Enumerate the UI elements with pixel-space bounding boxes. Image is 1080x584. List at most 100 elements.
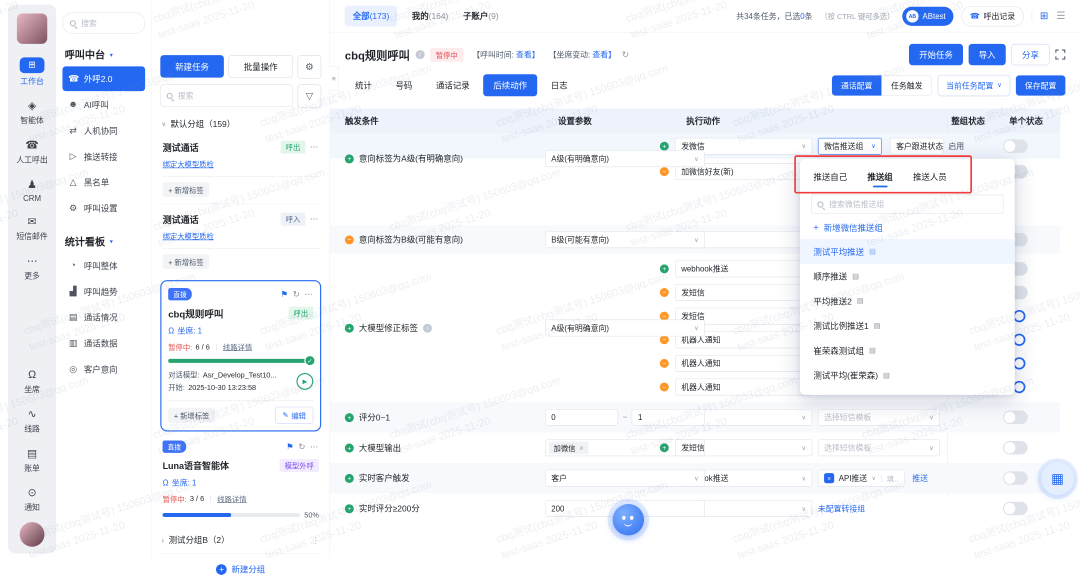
call-config-button[interactable]: 通话配置 [832, 75, 882, 95]
edit-button[interactable]: ✎编辑 [275, 407, 313, 424]
assistant-float-button[interactable] [613, 504, 645, 536]
pin-icon[interactable]: ⚑ [281, 289, 289, 299]
item-state-toggle[interactable] [1003, 411, 1028, 425]
score-max-input[interactable] [632, 409, 705, 426]
current-config-dropdown[interactable]: 当前任务配置 ∨ [938, 75, 1011, 96]
task-search[interactable] [160, 84, 293, 107]
action-select[interactable]: 机器人通知 [675, 355, 812, 372]
rail-item-billing[interactable]: ▤ 账单 [24, 448, 40, 474]
api-push-select[interactable]: ≡ API推送 ∨ | 填.. [818, 470, 905, 487]
param-select[interactable]: 客户 [545, 470, 705, 487]
push-group-option[interactable]: 顺序推送▤ [800, 264, 1015, 289]
rail-item-manual-call[interactable]: ☎ 人工呼出 [16, 140, 48, 166]
tab-push-self[interactable]: 推送自己 [813, 171, 847, 183]
push-group-option[interactable]: 平均推送2▤ [800, 289, 1015, 314]
add-action-icon[interactable]: + [660, 264, 669, 273]
nav-item-call-data[interactable]: ▥ 通话数据 [62, 331, 145, 356]
remove-rule-icon[interactable]: − [345, 235, 354, 244]
line-detail-link[interactable]: 线路详情 [217, 493, 246, 504]
add-tag-chip[interactable]: + 新增标签 [163, 182, 210, 197]
rail-item-crm[interactable]: ♟ CRM [23, 179, 41, 203]
rail-item-lines[interactable]: ∿ 线路 [24, 408, 40, 434]
nav-item-call-overview[interactable]: ◔ 呼叫整体 [62, 253, 145, 278]
more-icon[interactable]: ⋯ [304, 289, 313, 299]
remove-action-icon[interactable]: − [660, 167, 669, 176]
rail-item-notifications[interactable]: ⊙ 通知 [24, 487, 40, 513]
add-rule-icon[interactable]: + [345, 413, 354, 422]
kebab-icon[interactable]: ⋮ [312, 535, 320, 545]
remove-action-icon[interactable]: − [660, 383, 669, 392]
nav-item-human-machine[interactable]: ⇄ 人机协同 [62, 118, 145, 143]
nav-item-outbound-2[interactable]: ☎ 外呼2.0 [62, 66, 145, 91]
rail-item-workbench[interactable]: ⊞ 工作台 [20, 57, 45, 86]
gear-icon[interactable]: ⚙ [298, 55, 322, 79]
sms-template-select[interactable]: 选择短信模板 [818, 409, 940, 426]
task-card-selected[interactable]: 直拨 ⚑ ↻ ⋯ cbq规则呼叫 呼出 Ω 坐席: 1 暂停中: 6 / 6 |… [160, 280, 321, 431]
output-tag-input[interactable]: 加微信× [545, 439, 705, 456]
call-log-button[interactable]: ☎ 呼出记录 [961, 6, 1023, 26]
nav-section-stats[interactable]: 统计看板 ▾ [65, 234, 143, 249]
tab-my-tasks[interactable]: 我的(164) [412, 10, 449, 22]
play-icon[interactable]: ▶ [296, 373, 313, 390]
add-rule-icon[interactable]: + [345, 323, 354, 332]
view-link[interactable]: 查看】 [516, 50, 540, 59]
param-select[interactable]: A级(有明确意向) [545, 320, 705, 337]
new-task-button[interactable]: 新建任务 [160, 55, 224, 78]
tab-call-records[interactable]: 通话记录 [426, 74, 480, 96]
share-button[interactable]: 分享 [1011, 44, 1049, 65]
fullscreen-icon[interactable] [1055, 50, 1065, 60]
line-detail-link[interactable]: 线路详情 [223, 341, 252, 352]
filter-icon[interactable]: ▽ [298, 84, 322, 108]
nav-section-call-center[interactable]: 呼叫中台 ▾ [65, 47, 143, 62]
tab-push-group[interactable]: 推送组 [867, 171, 892, 183]
rail-item-sms-mail[interactable]: ✉ 短信邮件 [16, 216, 48, 242]
add-tag-chip[interactable]: + 新增标签 [168, 408, 215, 423]
start-task-button[interactable]: 开始任务 [909, 44, 963, 65]
abtest-button[interactable]: AB ABtest [902, 6, 953, 25]
task-card[interactable]: 测试通话 呼入 ⋯ 绑定大模型质检 + 新增标签 [160, 204, 321, 275]
item-state-toggle[interactable] [1003, 441, 1028, 455]
tab-push-person[interactable]: 推送人员 [913, 171, 947, 183]
info-icon[interactable]: i [423, 323, 432, 332]
push-group-search-input[interactable] [828, 199, 997, 209]
group-default[interactable]: ∨ 默认分组（159） [161, 118, 320, 130]
item-state-toggle[interactable] [1013, 310, 1025, 322]
pin-icon[interactable]: ⚑ [286, 442, 294, 452]
rail-item-agent[interactable]: ◈ 智能体 [20, 100, 44, 126]
wechat-push-group-select[interactable]: 微信推送组 [818, 138, 882, 155]
nav-item-call-settings[interactable]: ⚙ 呼叫设置 [62, 196, 145, 221]
task-card[interactable]: 直拨 ⚑ ↻ ⋯ Luna语音智能体 模型外呼 Ω 坐席: 1 暂停中: 3 /… [160, 438, 321, 526]
tab-sub-accounts[interactable]: 子账户(9) [463, 10, 499, 22]
tab-logs[interactable]: 日志 [541, 74, 578, 96]
nav-item-call-status[interactable]: ▤ 通话情况 [62, 305, 145, 330]
transfer-group-link[interactable]: 未配置转接组 [818, 503, 865, 514]
followup-status-select[interactable]: 客户跟进状态 [890, 138, 944, 155]
push-group-option[interactable]: 测试平均推送▤ [800, 239, 1015, 264]
user-avatar-bottom[interactable] [20, 522, 45, 547]
push-link[interactable]: 推送 [912, 473, 928, 484]
nav-item-blacklist[interactable]: △ 黑名单 [62, 170, 145, 195]
action-select[interactable]: 发短信 [675, 284, 812, 301]
model-qc-link[interactable]: 绑定大模型质检 [163, 159, 319, 170]
tab-all-tasks[interactable]: 全部(173) [345, 6, 397, 27]
param-select[interactable]: A级(有明确意向) [545, 150, 705, 167]
push-group-option[interactable]: 测试随机(崔荣森)▤ [800, 388, 1015, 395]
refresh-icon[interactable]: ↻ [298, 442, 305, 452]
remove-action-icon[interactable]: − [660, 359, 669, 368]
remove-tag-icon[interactable]: × [579, 444, 583, 452]
score-min-input[interactable] [545, 409, 618, 426]
nav-item-call-trend[interactable]: ▟ 呼叫趋势 [62, 279, 145, 304]
import-button[interactable]: 导入 [969, 44, 1006, 65]
add-rule-icon[interactable]: + [345, 504, 354, 513]
add-rule-icon[interactable]: + [345, 154, 354, 163]
add-rule-icon[interactable]: + [345, 443, 354, 452]
refresh-icon[interactable]: ↻ [622, 49, 630, 60]
push-group-option[interactable]: 测试比例推送1▤ [800, 313, 1015, 338]
collapse-handle[interactable]: ≡ [329, 66, 339, 91]
nav-search[interactable] [62, 12, 145, 33]
action-select[interactable]: webhook推送 [675, 260, 812, 277]
item-state-toggle[interactable] [1013, 334, 1025, 346]
refresh-icon[interactable]: ↻ [293, 289, 300, 299]
more-icon[interactable]: ⋯ [310, 142, 319, 152]
remove-action-icon[interactable]: − [660, 288, 669, 297]
